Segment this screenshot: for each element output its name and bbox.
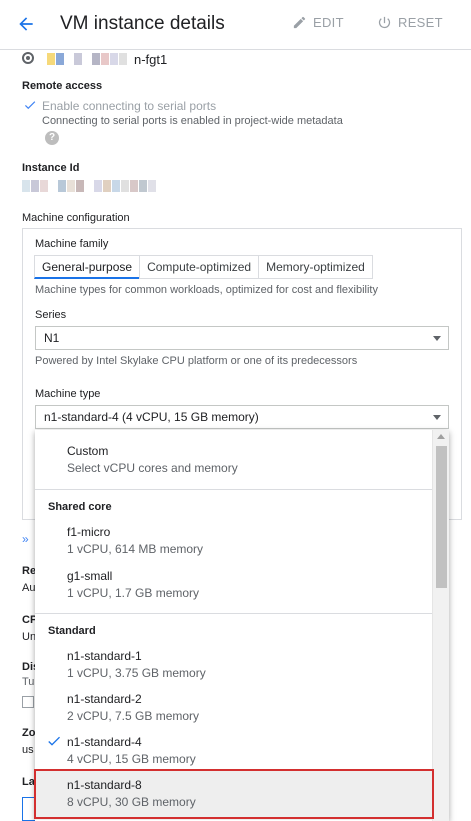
hidden-value-fragment: Tu	[22, 676, 35, 688]
tab-compute-optimized[interactable]: Compute-optimized	[139, 255, 260, 279]
status-radio-icon	[22, 52, 34, 64]
menu-option-custom[interactable]: Custom Select vCPU cores and memory	[35, 430, 432, 488]
machine-family-label: Machine family	[35, 238, 109, 250]
serial-ports-checkbox[interactable]	[23, 98, 36, 111]
redacted-name	[47, 53, 127, 65]
option-description: 1 vCPU, 3.75 GB memory	[67, 666, 206, 680]
arrow-back-icon	[19, 17, 33, 31]
top-bar: VM instance details EDIT RESET	[0, 0, 471, 50]
tab-general-purpose[interactable]: General-purpose	[34, 255, 141, 279]
help-icon[interactable]: ?	[45, 131, 59, 145]
machine-type-value: n1-standard-4 (4 vCPU, 15 GB memory)	[44, 410, 259, 424]
page-title: VM instance details	[60, 13, 225, 34]
option-name: g1-small	[67, 569, 113, 583]
pencil-icon	[293, 16, 306, 29]
menu-divider	[35, 613, 432, 614]
machine-type-dropdown-menu: Custom Select vCPU cores and memory Shar…	[35, 430, 449, 821]
power-icon	[378, 16, 391, 29]
machine-config-heading: Machine configuration	[22, 212, 130, 224]
group-header-standard: Standard	[48, 625, 96, 637]
reset-button[interactable]: RESET	[377, 15, 443, 30]
hidden-value-fragment: Un	[22, 631, 37, 643]
hidden-label-fragment: La	[22, 776, 35, 788]
menu-option-n1-standard-2[interactable]: n1-standard-2 2 vCPU, 7.5 GB memory	[35, 684, 432, 727]
series-label: Series	[35, 309, 67, 321]
option-name: n1-standard-1	[67, 649, 142, 663]
series-value: N1	[44, 331, 60, 345]
tab-memory-optimized[interactable]: Memory-optimized	[258, 255, 373, 279]
option-description: 1 vCPU, 1.7 GB memory	[67, 586, 200, 600]
edit-label: EDIT	[313, 15, 344, 30]
instance-id-heading: Instance Id	[22, 162, 80, 174]
instance-name-suffix: n-fgt1	[134, 52, 168, 67]
menu-option-f1-micro[interactable]: f1-micro 1 vCPU, 614 MB memory	[35, 516, 432, 559]
option-name: n1-standard-2	[67, 692, 142, 706]
machine-type-select[interactable]: n1-standard-4 (4 vCPU, 15 GB memory)	[35, 405, 449, 429]
menu-option-n1-standard-1[interactable]: n1-standard-1 1 vCPU, 3.75 GB memory	[35, 641, 432, 684]
option-description: 2 vCPU, 7.5 GB memory	[67, 709, 200, 723]
check-icon	[24, 101, 36, 110]
hidden-label-fragment: Re	[22, 565, 37, 577]
edit-button[interactable]: EDIT	[292, 15, 344, 30]
serial-ports-note: Connecting to serial ports is enabled in…	[42, 115, 343, 127]
option-description: 4 vCPU, 15 GB memory	[67, 752, 196, 766]
highlight-box	[34, 769, 434, 819]
hidden-label-fragment: Zo	[22, 727, 36, 739]
menu-option-n1-standard-4[interactable]: n1-standard-4 4 vCPU, 15 GB memory	[35, 727, 432, 770]
remote-access-heading: Remote access	[22, 80, 103, 92]
machine-family-tabs: General-purpose Compute-optimized Memory…	[34, 255, 373, 279]
series-description: Powered by Intel Skylake CPU platform or…	[35, 355, 358, 367]
group-header-shared-core: Shared core	[48, 501, 112, 513]
option-name: f1-micro	[67, 525, 111, 539]
scroll-up-arrow-icon[interactable]	[437, 434, 445, 439]
serial-ports-label: Enable connecting to serial ports	[42, 99, 217, 113]
hidden-value-fragment: us	[22, 744, 34, 756]
dropdown-arrow-icon	[433, 415, 441, 420]
menu-option-g1-small[interactable]: g1-small 1 vCPU, 1.7 GB memory	[35, 559, 432, 602]
menu-divider	[35, 489, 432, 490]
menu-scrollbar[interactable]	[432, 430, 449, 821]
hidden-value-fragment: Au	[22, 582, 36, 594]
dropdown-arrow-icon	[433, 336, 441, 341]
selected-check-icon	[46, 733, 62, 753]
machine-type-label: Machine type	[35, 388, 101, 400]
option-name: Custom	[67, 444, 109, 458]
series-select[interactable]: N1	[35, 326, 449, 350]
option-name: n1-standard-4	[67, 735, 142, 749]
redacted-instance-id	[22, 180, 156, 192]
reset-label: RESET	[398, 15, 443, 30]
back-button[interactable]	[12, 10, 40, 38]
option-description: Select vCPU cores and memory	[67, 461, 238, 475]
expand-chevron-icon[interactable]: »	[22, 532, 29, 546]
scrollbar-thumb[interactable]	[436, 446, 447, 588]
hidden-checkbox[interactable]	[22, 696, 34, 708]
option-description: 1 vCPU, 614 MB memory	[67, 542, 204, 556]
machine-family-description: Machine types for common workloads, opti…	[35, 284, 378, 296]
